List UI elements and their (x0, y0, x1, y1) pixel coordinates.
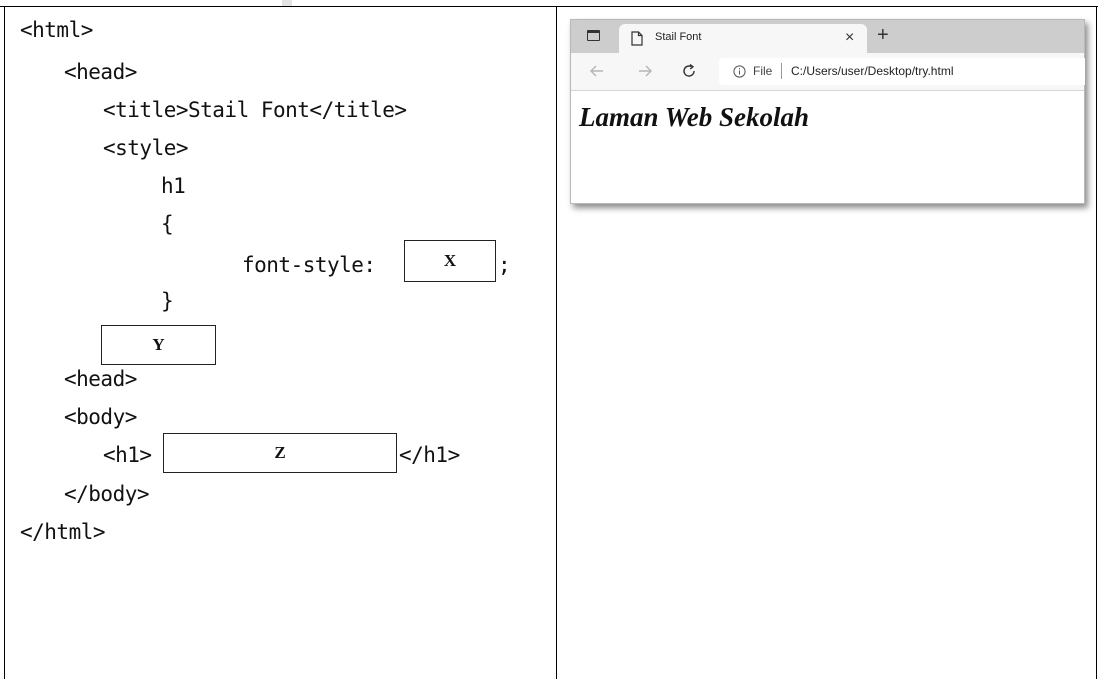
table-border-left (4, 6, 5, 679)
code-font-style: font-style: (242, 253, 376, 277)
new-tab-button[interactable]: + (877, 24, 889, 46)
browser-window: Stail Font × + File C:/Users/user/Deskto… (570, 19, 1085, 204)
code-close-brace: } (161, 289, 174, 313)
code-title: <title>Stail Font</title> (103, 98, 407, 122)
code-style-open: <style> (103, 136, 189, 160)
page-heading: Laman Web Sekolah (579, 102, 810, 132)
table-border-right (1096, 6, 1097, 679)
code-open-brace: { (161, 212, 174, 236)
page-icon (631, 31, 643, 46)
browser-toolbar: File C:/Users/user/Desktop/try.html (571, 53, 1085, 91)
code-semicolon: ; (498, 253, 511, 277)
code-h1-open: <h1> (103, 443, 152, 467)
code-body-open: <body> (64, 405, 137, 429)
back-arrow-icon[interactable] (589, 63, 605, 79)
tab-title: Stail Font (655, 31, 702, 43)
info-icon[interactable] (733, 65, 746, 78)
address-scheme-label: File (753, 64, 773, 78)
window-icon[interactable] (587, 30, 600, 41)
blank-z: Z (163, 433, 397, 473)
code-h1-close: </h1> (399, 443, 460, 467)
forward-arrow-icon[interactable] (637, 63, 653, 79)
blank-x: X (404, 240, 496, 282)
tab-close-button[interactable]: × (845, 29, 854, 47)
code-head-close: <head> (64, 367, 137, 391)
address-divider (781, 63, 782, 79)
blank-y: Y (101, 325, 216, 365)
address-bar[interactable]: File C:/Users/user/Desktop/try.html (719, 58, 1085, 85)
code-head-open: <head> (64, 60, 137, 84)
code-h1-selector: h1 (161, 174, 186, 198)
tab-stail-font[interactable]: Stail Font × (619, 24, 867, 53)
table-divider (556, 6, 557, 679)
reload-icon[interactable] (681, 63, 697, 79)
code-html-close: </html> (20, 520, 106, 544)
address-url[interactable]: C:/Users/user/Desktop/try.html (791, 64, 953, 78)
table-border-top (0, 6, 1098, 7)
code-body-close: </body> (64, 482, 150, 506)
code-html-open: <html> (20, 18, 93, 42)
tab-strip: Stail Font × + (571, 20, 1084, 53)
